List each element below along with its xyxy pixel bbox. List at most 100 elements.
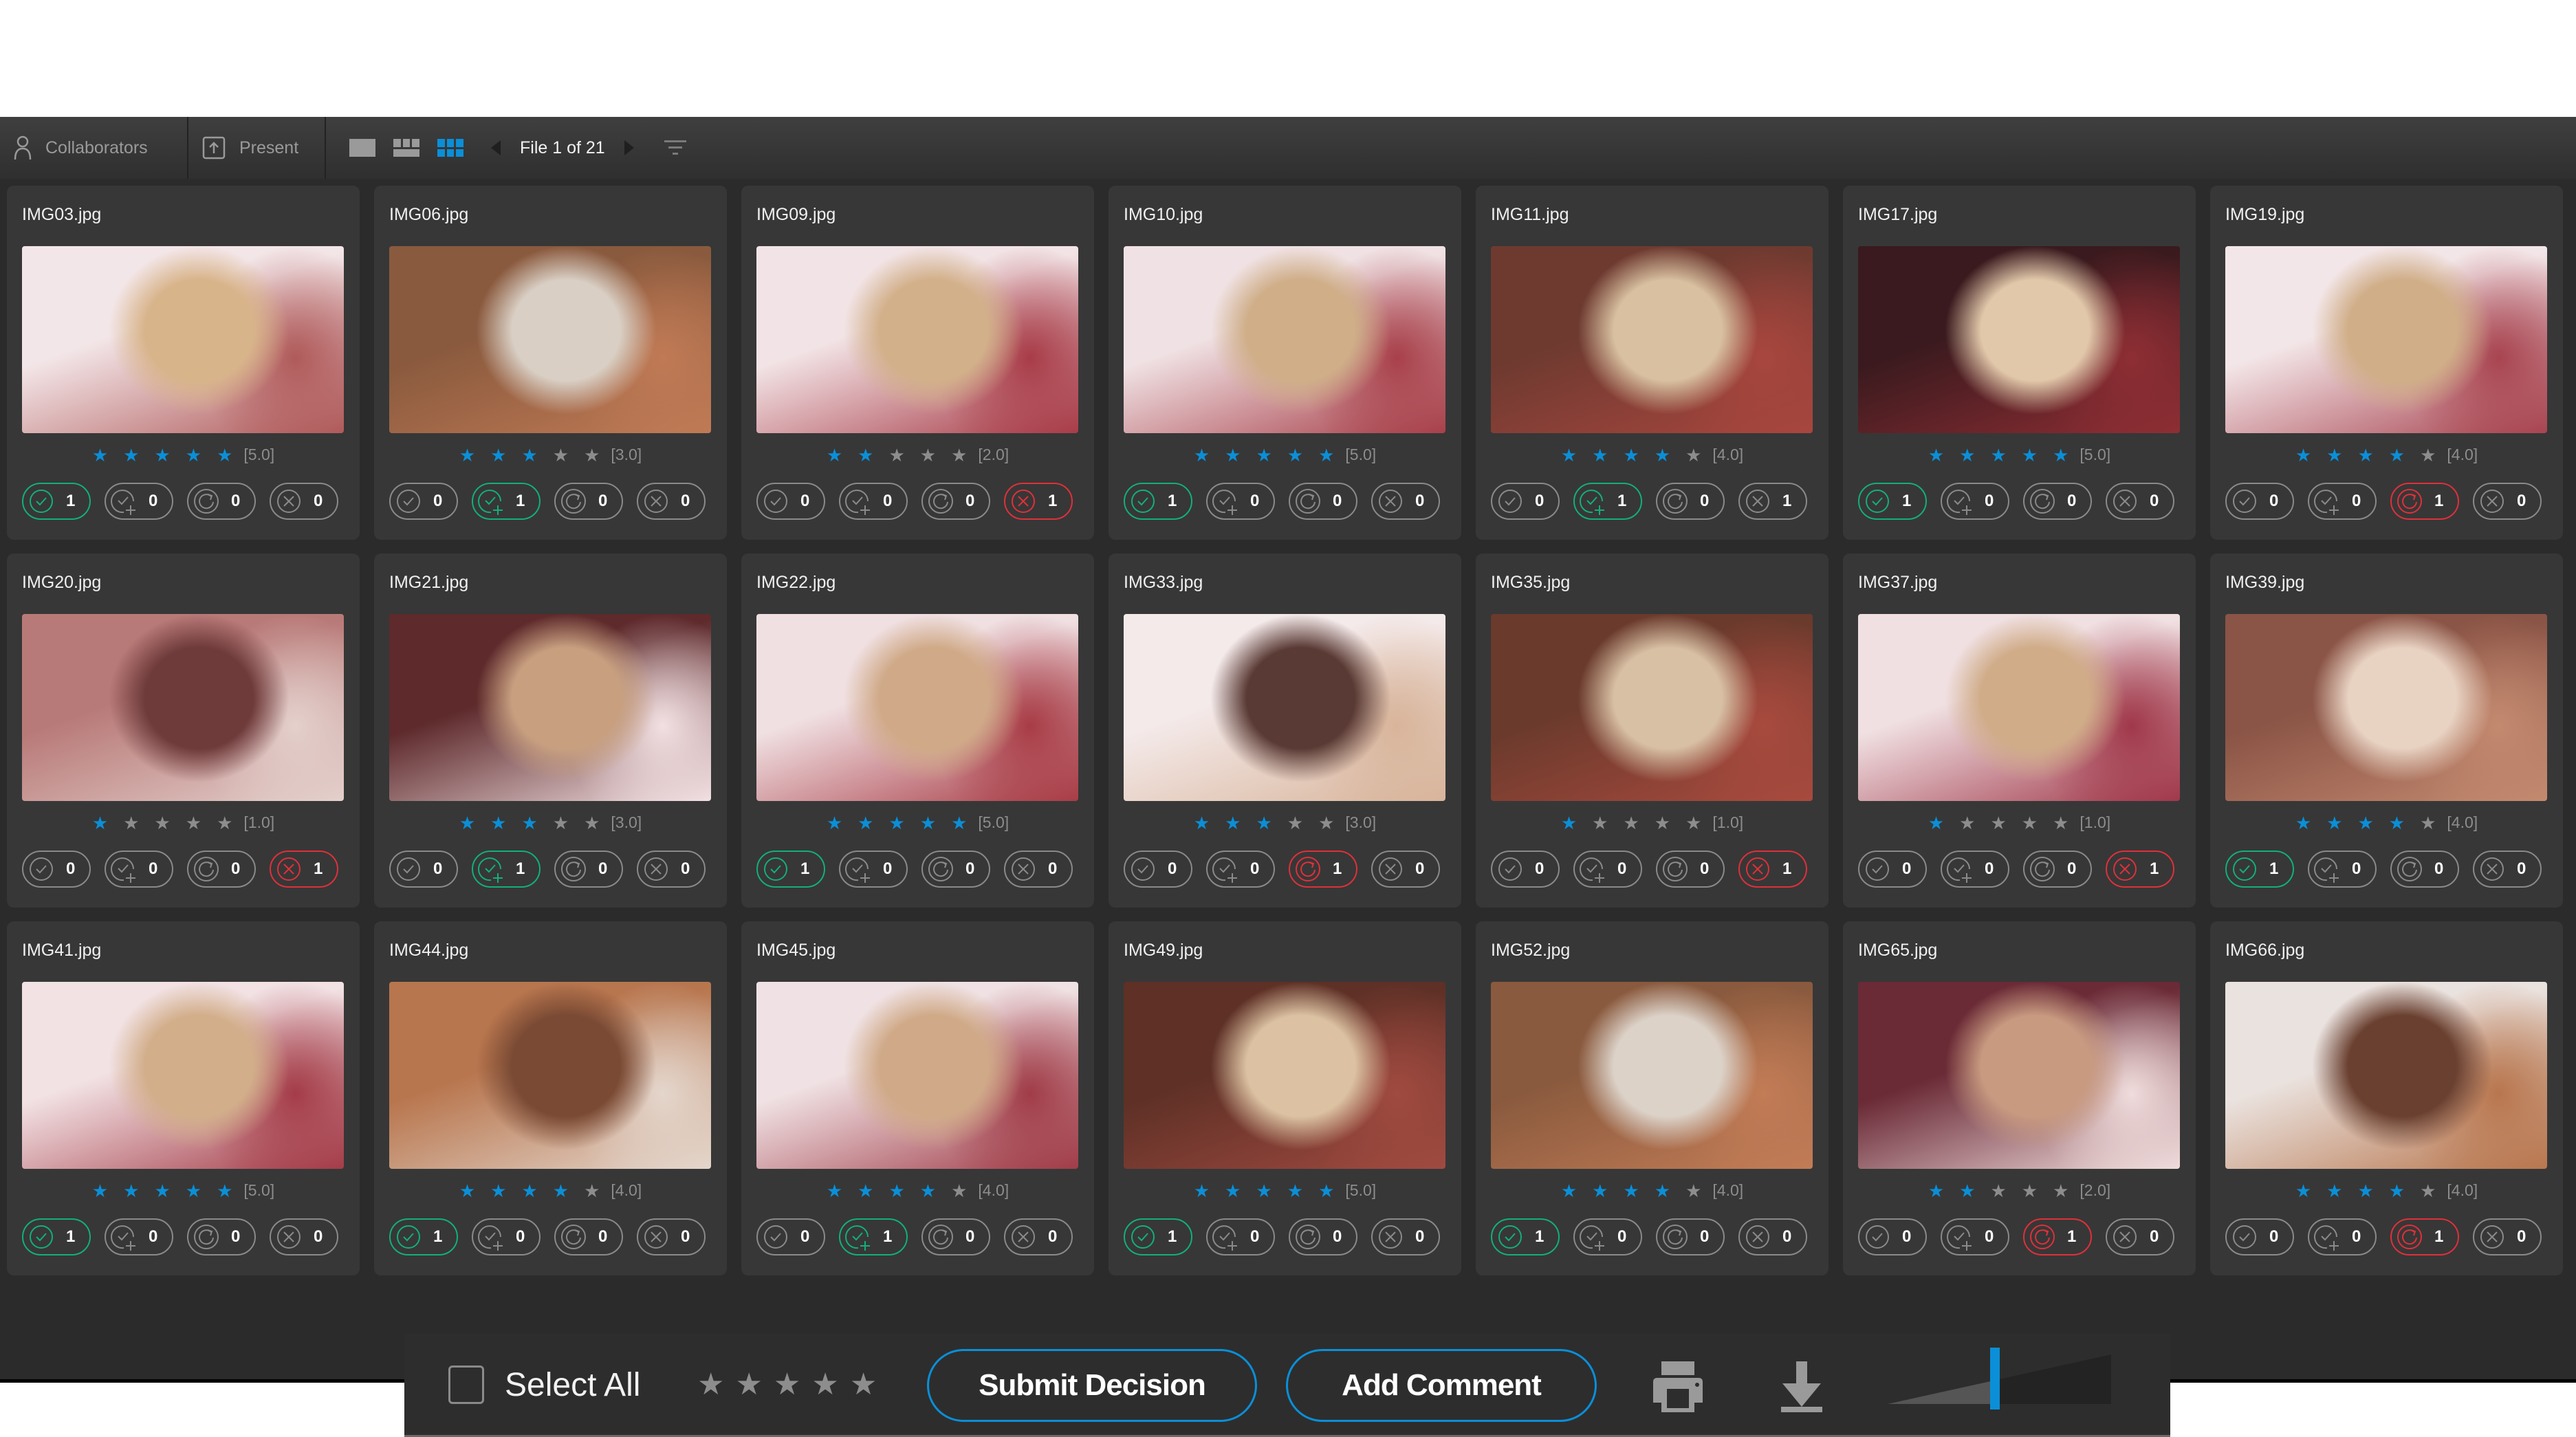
- decision-reject-button[interactable]: 1: [270, 851, 338, 888]
- decision-reject-button[interactable]: 1: [1738, 483, 1807, 520]
- decision-reject-button[interactable]: 0: [637, 1218, 706, 1255]
- decision-approve-changes-button[interactable]: 0: [1941, 1218, 2009, 1255]
- grid-view-icon[interactable]: [437, 139, 463, 157]
- star-icon[interactable]: ★: [2326, 814, 2342, 832]
- star-icon[interactable]: ★: [2357, 814, 2373, 832]
- decision-approve-button[interactable]: 0: [2225, 483, 2294, 520]
- decision-reject-button[interactable]: 0: [270, 1218, 338, 1255]
- decision-revise-button[interactable]: 0: [187, 483, 256, 520]
- star-icon[interactable]: ★: [217, 1182, 232, 1200]
- decision-revise-button[interactable]: 0: [921, 1218, 990, 1255]
- decision-reject-button[interactable]: 1: [1738, 851, 1807, 888]
- present-button[interactable]: Present: [188, 117, 326, 179]
- decision-approve-changes-button[interactable]: 0: [2308, 851, 2377, 888]
- decision-approve-changes-button[interactable]: 1: [472, 483, 541, 520]
- image-card[interactable]: IMG17.jpg ★ ★ ★ ★ ★ [5.0] 1 0 0 0: [1843, 186, 2196, 540]
- download-icon[interactable]: [1781, 1361, 1822, 1412]
- image-card[interactable]: IMG37.jpg ★ ★ ★ ★ ★ [1.0] 0 0 0 1: [1843, 553, 2196, 908]
- image-thumbnail[interactable]: [756, 614, 1078, 801]
- image-card[interactable]: IMG33.jpg ★ ★ ★ ★ ★ [3.0] 0 0 1 0: [1109, 553, 1461, 908]
- star-icon[interactable]: ★: [521, 1182, 537, 1200]
- decision-approve-button[interactable]: 0: [389, 851, 458, 888]
- image-card[interactable]: IMG03.jpg ★ ★ ★ ★ ★ [5.0] 1 0 0 0: [7, 186, 360, 540]
- decision-approve-changes-button[interactable]: 1: [472, 851, 541, 888]
- star-icon[interactable]: ★: [951, 1182, 967, 1200]
- image-thumbnail[interactable]: [1491, 246, 1813, 433]
- decision-approve-changes-button[interactable]: 0: [472, 1218, 541, 1255]
- star-icon[interactable]: ★: [1928, 1182, 1944, 1200]
- decision-revise-button[interactable]: 0: [2023, 851, 2092, 888]
- star-icon[interactable]: ★: [1592, 446, 1608, 464]
- star-icon[interactable]: ★: [827, 814, 842, 832]
- star-icon[interactable]: ★: [1194, 814, 1210, 832]
- decision-revise-button[interactable]: 0: [2023, 483, 2092, 520]
- star-icon[interactable]: ★: [2022, 814, 2038, 832]
- star-icon[interactable]: ★: [858, 814, 873, 832]
- decision-revise-button[interactable]: 0: [1289, 483, 1357, 520]
- star-icon[interactable]: ★: [2022, 446, 2038, 464]
- star-icon[interactable]: ★: [2357, 446, 2373, 464]
- decision-revise-button[interactable]: 0: [1656, 1218, 1725, 1255]
- star-icon[interactable]: ★: [850, 1367, 877, 1402]
- star-icon[interactable]: ★: [1256, 814, 1271, 832]
- star-icon[interactable]: ★: [2053, 1182, 2069, 1200]
- decision-revise-button[interactable]: 0: [921, 851, 990, 888]
- star-icon[interactable]: ★: [888, 446, 904, 464]
- star-icon[interactable]: ★: [1623, 446, 1639, 464]
- decision-approve-changes-button[interactable]: 0: [1206, 483, 1275, 520]
- star-icon[interactable]: ★: [1225, 1182, 1241, 1200]
- star-icon[interactable]: ★: [1225, 446, 1241, 464]
- image-card[interactable]: IMG65.jpg ★ ★ ★ ★ ★ [2.0] 0 0 1 0: [1843, 921, 2196, 1275]
- decision-reject-button[interactable]: 0: [2106, 483, 2174, 520]
- select-all[interactable]: Select All: [448, 1365, 640, 1404]
- star-icon[interactable]: ★: [154, 814, 170, 832]
- decision-reject-button[interactable]: 1: [1004, 483, 1073, 520]
- decision-reject-button[interactable]: 0: [2106, 1218, 2174, 1255]
- image-thumbnail[interactable]: [756, 246, 1078, 433]
- star-icon[interactable]: ★: [1990, 1182, 2006, 1200]
- star-icon[interactable]: ★: [1561, 814, 1577, 832]
- star-icon[interactable]: ★: [2295, 446, 2311, 464]
- decision-approve-changes-button[interactable]: 0: [105, 483, 173, 520]
- decision-revise-button[interactable]: 0: [187, 1218, 256, 1255]
- image-card[interactable]: IMG21.jpg ★ ★ ★ ★ ★ [3.0] 0 1 0 0: [374, 553, 727, 908]
- star-icon[interactable]: ★: [1561, 446, 1577, 464]
- previous-file-icon[interactable]: [491, 140, 501, 155]
- star-icon[interactable]: ★: [858, 1182, 873, 1200]
- next-file-icon[interactable]: [624, 140, 634, 155]
- image-card[interactable]: IMG66.jpg ★ ★ ★ ★ ★ [4.0] 0 0 1 0: [2210, 921, 2563, 1275]
- decision-revise-button[interactable]: 0: [187, 851, 256, 888]
- decision-revise-button[interactable]: 0: [554, 1218, 623, 1255]
- decision-approve-changes-button[interactable]: 1: [839, 1218, 908, 1255]
- star-icon[interactable]: ★: [217, 446, 232, 464]
- image-thumbnail[interactable]: [389, 614, 711, 801]
- star-icon[interactable]: ★: [459, 446, 475, 464]
- star-icon[interactable]: ★: [521, 814, 537, 832]
- star-icon[interactable]: ★: [490, 1182, 506, 1200]
- star-icon[interactable]: ★: [2295, 1182, 2311, 1200]
- image-card[interactable]: IMG35.jpg ★ ★ ★ ★ ★ [1.0] 0 0 0 1: [1476, 553, 1829, 908]
- star-icon[interactable]: ★: [774, 1367, 800, 1402]
- image-card[interactable]: IMG06.jpg ★ ★ ★ ★ ★ [3.0] 0 1 0 0: [374, 186, 727, 540]
- star-icon[interactable]: ★: [1623, 814, 1639, 832]
- star-icon[interactable]: ★: [2053, 446, 2069, 464]
- star-icon[interactable]: ★: [1561, 1182, 1577, 1200]
- image-thumbnail[interactable]: [2225, 982, 2547, 1169]
- star-icon[interactable]: ★: [2389, 446, 2405, 464]
- star-icon[interactable]: ★: [1194, 446, 1210, 464]
- star-icon[interactable]: ★: [951, 814, 967, 832]
- image-card[interactable]: IMG22.jpg ★ ★ ★ ★ ★ [5.0] 1 0 0 0: [741, 553, 1094, 908]
- star-icon[interactable]: ★: [1318, 814, 1334, 832]
- decision-reject-button[interactable]: 0: [1371, 483, 1440, 520]
- decision-approve-button[interactable]: 0: [1491, 483, 1560, 520]
- decision-approve-button[interactable]: 0: [22, 851, 91, 888]
- decision-approve-button[interactable]: 1: [1124, 1218, 1192, 1255]
- star-icon[interactable]: ★: [154, 446, 170, 464]
- star-icon[interactable]: ★: [92, 446, 108, 464]
- star-icon[interactable]: ★: [735, 1367, 762, 1402]
- star-icon[interactable]: ★: [490, 814, 506, 832]
- star-icon[interactable]: ★: [1959, 814, 1975, 832]
- star-icon[interactable]: ★: [1287, 446, 1303, 464]
- star-icon[interactable]: ★: [1225, 814, 1241, 832]
- star-icon[interactable]: ★: [1959, 1182, 1975, 1200]
